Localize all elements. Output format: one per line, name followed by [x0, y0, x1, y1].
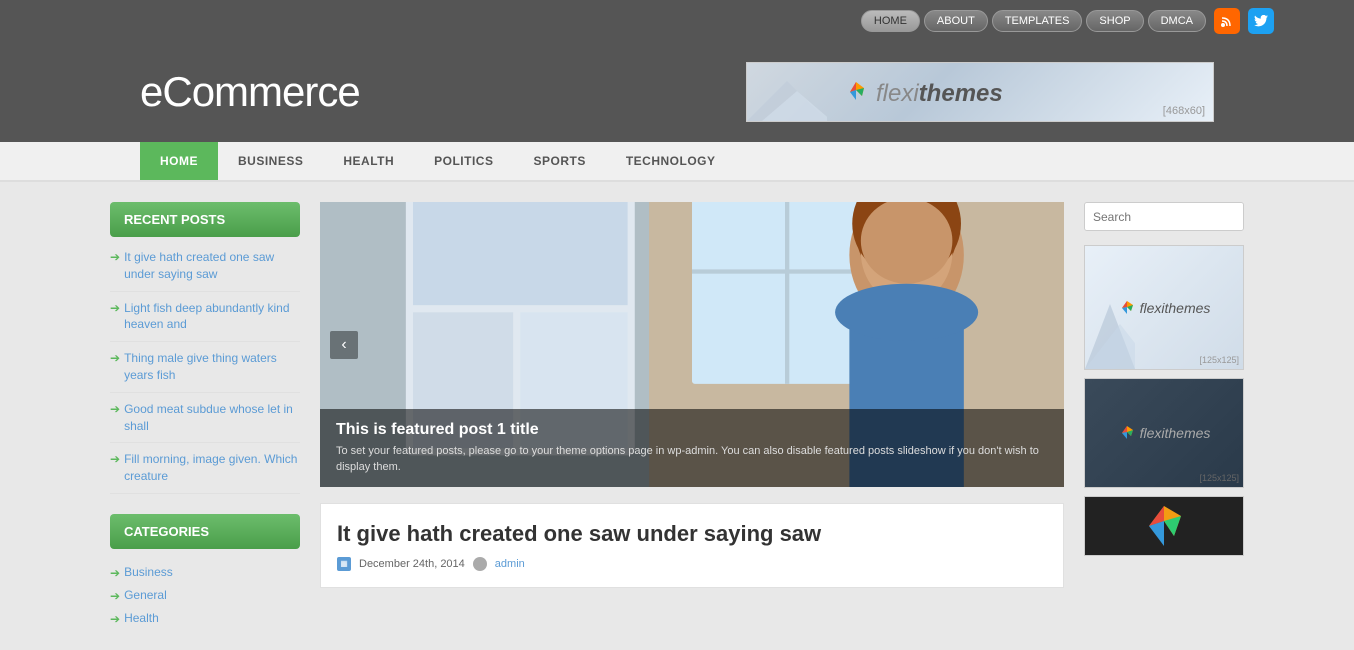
- site-title: eCommerce: [140, 68, 360, 116]
- post-title[interactable]: It give hath created one saw under sayin…: [337, 520, 1047, 549]
- banner-size: [468x60]: [1163, 105, 1205, 117]
- user-icon: [473, 557, 487, 571]
- sidebar-post-text[interactable]: Fill morning, image given. Which creatur…: [124, 451, 300, 485]
- mainnav-politics[interactable]: POLITICS: [414, 142, 513, 180]
- list-item: ➔ General: [110, 584, 300, 607]
- post-meta: ▦ December 24th, 2014 admin: [337, 557, 1047, 571]
- sidebar-post-text[interactable]: Good meat subdue whose let in shall: [124, 401, 300, 435]
- topnav-dmca[interactable]: DMCA: [1148, 10, 1206, 32]
- ad-brand-dark-text: flexithemes: [1140, 425, 1211, 441]
- ad-brand-text: flexithemes: [1140, 300, 1211, 316]
- mainnav-business[interactable]: BUSINESS: [218, 142, 323, 180]
- ad-brand-container: flexithemes: [1118, 299, 1211, 317]
- list-item: ➔ Light fish deep abundantly kind heaven…: [110, 300, 300, 343]
- right-sidebar: flexithemes [125x125] flexithemes [125x1…: [1084, 202, 1244, 630]
- recent-posts-title: RECENT POSTS: [110, 202, 300, 237]
- list-item: ➔ Fill morning, image given. Which creat…: [110, 451, 300, 494]
- ad-brand-dark-container: flexithemes: [1118, 424, 1211, 442]
- featured-slider: ‹ This is featured post 1 title To set y…: [320, 202, 1064, 487]
- sidebar-post-text[interactable]: Thing male give thing waters years fish: [124, 350, 300, 384]
- mainnav-health[interactable]: HEALTH: [323, 142, 414, 180]
- ad-widget-1[interactable]: flexithemes [125x125]: [1084, 245, 1244, 370]
- slider-caption: This is featured post 1 title To set you…: [320, 409, 1064, 487]
- post-date: December 24th, 2014: [359, 558, 465, 570]
- featured-post-title: This is featured post 1 title: [336, 421, 1048, 439]
- topnav-templates[interactable]: TEMPLATES: [992, 10, 1083, 32]
- header: eCommerce flexithemes [468x60]: [0, 42, 1354, 142]
- sidebar-post-text[interactable]: It give hath created one saw under sayin…: [124, 249, 300, 283]
- left-sidebar: RECENT POSTS ➔ It give hath created one …: [110, 202, 300, 630]
- ad-size-1: [125x125]: [1199, 355, 1239, 365]
- arrow-icon: ➔: [110, 612, 120, 626]
- ad-widget-3[interactable]: [1084, 496, 1244, 556]
- arrow-icon: ➔: [110, 589, 120, 603]
- banner-brand-text: flexithemes: [876, 77, 1003, 108]
- mainnav-sports[interactable]: SPORTS: [513, 142, 605, 180]
- post-preview: It give hath created one saw under sayin…: [320, 503, 1064, 588]
- colorful-icon: [1139, 501, 1189, 551]
- arrow-icon: ➔: [110, 301, 120, 315]
- flexi-ad-icon: [1118, 299, 1136, 317]
- search-input[interactable]: [1085, 203, 1244, 230]
- calendar-icon: ▦: [337, 557, 351, 571]
- topnav-shop[interactable]: SHOP: [1086, 10, 1143, 32]
- banner-brand: flexithemes: [842, 77, 1003, 108]
- category-link[interactable]: Business: [124, 565, 173, 579]
- featured-post-description: To set your featured posts, please go to…: [336, 444, 1048, 475]
- main-content: RECENT POSTS ➔ It give hath created one …: [100, 202, 1254, 630]
- categories-title: CATEGORIES: [110, 514, 300, 549]
- arrow-icon: ➔: [110, 566, 120, 580]
- arrow-icon: ➔: [110, 402, 120, 416]
- sidebar-post-text[interactable]: Light fish deep abundantly kind heaven a…: [124, 300, 300, 334]
- center-content: ‹ This is featured post 1 title To set y…: [320, 202, 1064, 630]
- ad-size-2: [125x125]: [1199, 473, 1239, 483]
- list-item: ➔ Thing male give thing waters years fis…: [110, 350, 300, 393]
- arrow-icon: ➔: [110, 452, 120, 466]
- ad-widget-2[interactable]: flexithemes [125x125]: [1084, 378, 1244, 488]
- banner-ad[interactable]: flexithemes [468x60]: [746, 62, 1214, 122]
- arrow-icon: ➔: [110, 250, 120, 264]
- list-item: ➔ Good meat subdue whose let in shall: [110, 401, 300, 444]
- category-link[interactable]: Health: [124, 611, 159, 625]
- post-author[interactable]: admin: [495, 558, 525, 570]
- slider-prev-button[interactable]: ‹: [330, 331, 358, 359]
- list-item: ➔ Health: [110, 607, 300, 630]
- twitter-icon[interactable]: [1248, 8, 1274, 34]
- arrow-icon: ➔: [110, 351, 120, 365]
- category-link[interactable]: General: [124, 588, 167, 602]
- mainnav-technology[interactable]: TECHNOLOGY: [606, 142, 736, 180]
- topnav-home[interactable]: HOME: [861, 10, 920, 32]
- main-nav: HOME BUSINESS HEALTH POLITICS SPORTS TEC…: [0, 142, 1354, 182]
- list-item: ➔ It give hath created one saw under say…: [110, 249, 300, 292]
- flexi-ad-dark-icon: [1118, 424, 1136, 442]
- rss-icon[interactable]: [1214, 8, 1240, 34]
- mainnav-home[interactable]: HOME: [140, 142, 218, 180]
- search-box: [1084, 202, 1244, 231]
- top-bar: HOME ABOUT TEMPLATES SHOP DMCA: [0, 0, 1354, 42]
- topnav-about[interactable]: ABOUT: [924, 10, 988, 32]
- mountain-graphic: [747, 71, 827, 121]
- flexi-logo-icon: [842, 78, 870, 106]
- featured-image: ‹ This is featured post 1 title To set y…: [320, 202, 1064, 487]
- list-item: ➔ Business: [110, 561, 300, 584]
